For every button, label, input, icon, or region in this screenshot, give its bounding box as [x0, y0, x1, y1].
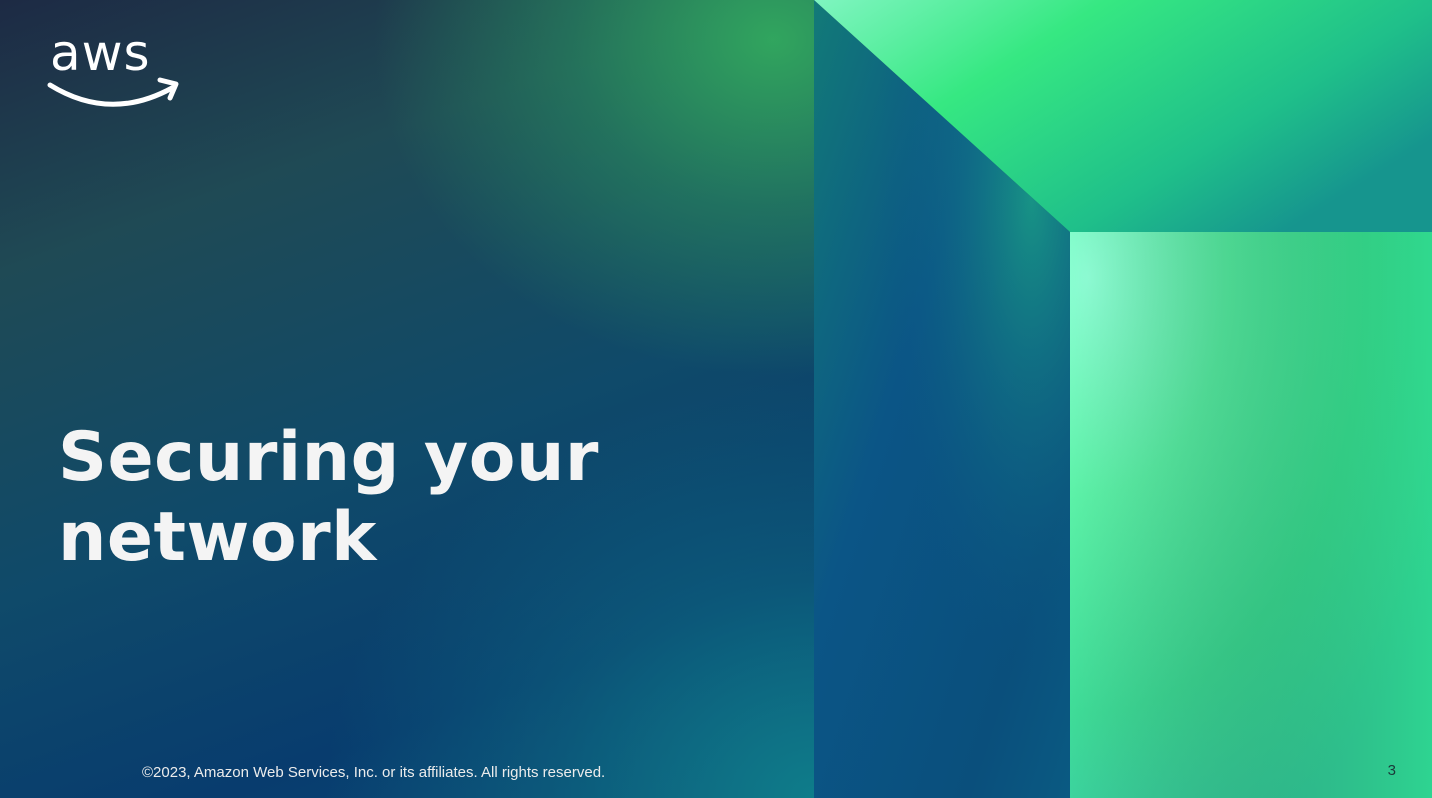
aws-logo-icon: aws [47, 24, 179, 107]
page-number: 3 [1387, 762, 1396, 779]
aws-logo-text: aws [50, 30, 151, 82]
aws-logo: aws [46, 24, 182, 114]
slide-title-line-2: network [58, 498, 377, 577]
background-geometric-panel [814, 0, 1432, 798]
copyright-footer: ©2023, Amazon Web Services, Inc. or its … [142, 764, 606, 781]
geometric-shapes [814, 0, 1432, 798]
slide-title-line-1: Securing your [58, 418, 599, 497]
background-left-panel [0, 0, 814, 798]
title-slide: aws Securing your network ©2023, Amazon … [0, 0, 1432, 798]
slide-title: Securing your network [58, 418, 758, 578]
